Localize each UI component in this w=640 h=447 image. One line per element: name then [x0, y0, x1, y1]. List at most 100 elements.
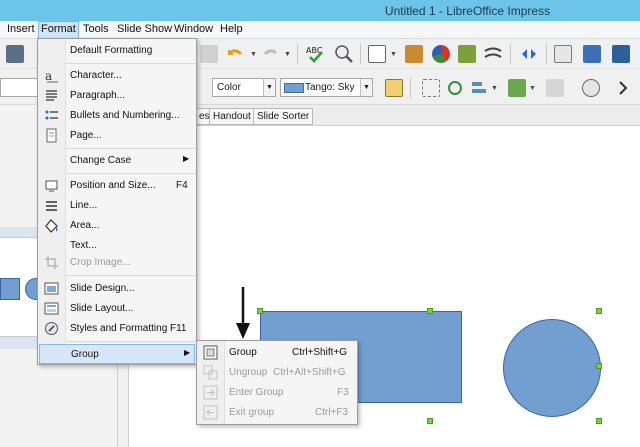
menu-item-shortcut: F4: [176, 180, 188, 191]
menu-item-label: Styles and Formatting: [70, 323, 168, 334]
selection-handle[interactable]: [257, 308, 263, 314]
menu-item-label: Enter Group: [229, 387, 284, 398]
more-icon[interactable]: [614, 79, 632, 97]
menu-item-shortcut: Ctrl+Alt+Shift+G: [273, 367, 346, 378]
submenu-item-ungroup[interactable]: Ungroup Ctrl+Alt+Shift+G: [197, 363, 357, 383]
arrange-dropdown-icon[interactable]: ▼: [529, 85, 536, 92]
menu-item-label: Group: [71, 349, 99, 360]
menu-help[interactable]: Help: [220, 23, 243, 35]
area-style-dropdown-icon[interactable]: ▼: [263, 79, 275, 96]
presentation-icon[interactable]: [583, 45, 601, 63]
area-style-value: Color: [217, 82, 241, 93]
area-icon: [45, 219, 58, 233]
table-icon[interactable]: [368, 45, 386, 63]
slide-design-icon: [44, 282, 59, 295]
menu-item-group[interactable]: Group ▶: [39, 344, 195, 364]
selection-handle[interactable]: [596, 418, 602, 424]
submenu-arrow-icon: ▶: [184, 348, 191, 357]
save-icon[interactable]: [6, 45, 24, 63]
spellcheck-icon[interactable]: ABC: [306, 44, 324, 63]
menu-item-label: Area...: [70, 220, 100, 231]
selection-handle[interactable]: [596, 308, 602, 314]
align-dropdown-icon[interactable]: ▼: [491, 85, 498, 92]
menu-item-styles-formatting[interactable]: Styles and Formatting F11: [38, 319, 196, 339]
menu-item-paragraph[interactable]: Paragraph...: [38, 86, 196, 106]
image-icon[interactable]: [405, 45, 423, 63]
menu-item-label: Page...: [70, 130, 102, 141]
menu-item-page[interactable]: Page...: [38, 126, 196, 146]
menu-item-label: Slide Layout...: [70, 303, 134, 314]
redo-icon[interactable]: [262, 45, 280, 63]
selection-handle[interactable]: [427, 308, 433, 314]
menu-item-label: Exit group: [229, 407, 275, 418]
group-icon: [203, 345, 218, 360]
menu-slide-show[interactable]: Slide Show: [117, 23, 172, 35]
window-title: Untitled 1 - LibreOffice Impress: [384, 4, 551, 18]
rotate-icon[interactable]: [446, 79, 464, 97]
submenu-item-exit-group[interactable]: Exit group Ctrl+F3: [197, 403, 357, 423]
menu-insert[interactable]: Insert: [7, 23, 35, 35]
area-fill-dropdown-icon[interactable]: ▼: [360, 79, 372, 96]
menu-divider: [66, 173, 196, 174]
menu-item-label: Ungroup: [229, 367, 268, 378]
zoom-icon[interactable]: [334, 44, 353, 63]
menu-item-slide-layout[interactable]: Slide Layout...: [38, 299, 196, 319]
circle-shape[interactable]: [503, 319, 601, 417]
styles-icon: [45, 322, 58, 335]
submenu-item-group[interactable]: Group Ctrl+Shift+G: [197, 343, 357, 363]
fill-color-swatch: [284, 83, 304, 93]
menu-item-change-case[interactable]: Change Case ▶: [38, 151, 196, 171]
submenu-item-enter-group[interactable]: Enter Group F3: [197, 383, 357, 403]
menu-item-position-size[interactable]: Position and Size... F4: [38, 176, 196, 196]
menu-item-default-formatting[interactable]: Default Formatting: [38, 41, 196, 61]
menu-item-label: Line...: [70, 200, 98, 211]
selection-handle[interactable]: [596, 363, 602, 369]
tab-handout[interactable]: Handout: [209, 108, 255, 125]
new-slide-icon[interactable]: [612, 45, 630, 63]
shadow-icon[interactable]: [385, 79, 403, 97]
area-fill-select[interactable]: Tango: Sky ▼: [280, 78, 373, 97]
media-icon[interactable]: [458, 45, 476, 63]
undo-dropdown-icon[interactable]: ▼: [250, 51, 257, 58]
fontwork-icon[interactable]: [484, 46, 502, 64]
menu-item-bullets-numbering[interactable]: Bullets and Numbering...: [38, 106, 196, 126]
svg-text:a: a: [45, 69, 52, 83]
enter-group-icon: [203, 385, 218, 400]
menu-item-crop-image[interactable]: Crop Image...: [38, 253, 196, 273]
menu-item-character[interactable]: a Character...: [38, 66, 196, 86]
distribute-icon[interactable]: [546, 79, 564, 97]
menu-format[interactable]: Format: [38, 21, 79, 39]
menu-item-label: Crop Image...: [70, 257, 131, 268]
selection-handle[interactable]: [427, 418, 433, 424]
area-style-select[interactable]: Color ▼: [212, 78, 276, 97]
menu-item-area[interactable]: Area...: [38, 216, 196, 236]
menu-divider: [66, 341, 196, 342]
align-icon[interactable]: [470, 79, 488, 97]
points-icon[interactable]: [422, 79, 440, 97]
menu-item-label: Group: [229, 347, 257, 358]
ungroup-icon: [203, 365, 218, 380]
arrange-icon[interactable]: [508, 79, 526, 97]
menu-window[interactable]: Window: [174, 23, 213, 35]
toolbar-separator: [546, 44, 547, 64]
group-submenu: Group Ctrl+Shift+G Ungroup Ctrl+Alt+Shif…: [196, 340, 358, 425]
line-style-select[interactable]: [0, 78, 40, 97]
interaction-icon[interactable]: [582, 79, 600, 97]
redo-dropdown-icon[interactable]: ▼: [284, 51, 291, 58]
slideshow-settings-icon[interactable]: [554, 45, 572, 63]
menu-item-label: Bullets and Numbering...: [70, 110, 180, 121]
tab-slide-sorter[interactable]: Slide Sorter: [253, 108, 314, 125]
menu-tools[interactable]: Tools: [83, 23, 109, 35]
table-dropdown-icon[interactable]: ▼: [390, 51, 397, 58]
thumbnail-rectangle: [0, 278, 20, 300]
slide-layout-icon: [44, 302, 59, 315]
menu-item-line[interactable]: Line...: [38, 196, 196, 216]
menu-item-shortcut: F11: [170, 323, 187, 334]
undo-icon[interactable]: [226, 45, 244, 63]
chart-icon[interactable]: [432, 45, 450, 63]
menu-item-label: Paragraph...: [70, 90, 126, 101]
menu-divider: [66, 148, 196, 149]
navigator-icon[interactable]: [520, 45, 538, 63]
menu-item-slide-design[interactable]: Slide Design...: [38, 279, 196, 299]
clone-icon[interactable]: [200, 45, 218, 63]
